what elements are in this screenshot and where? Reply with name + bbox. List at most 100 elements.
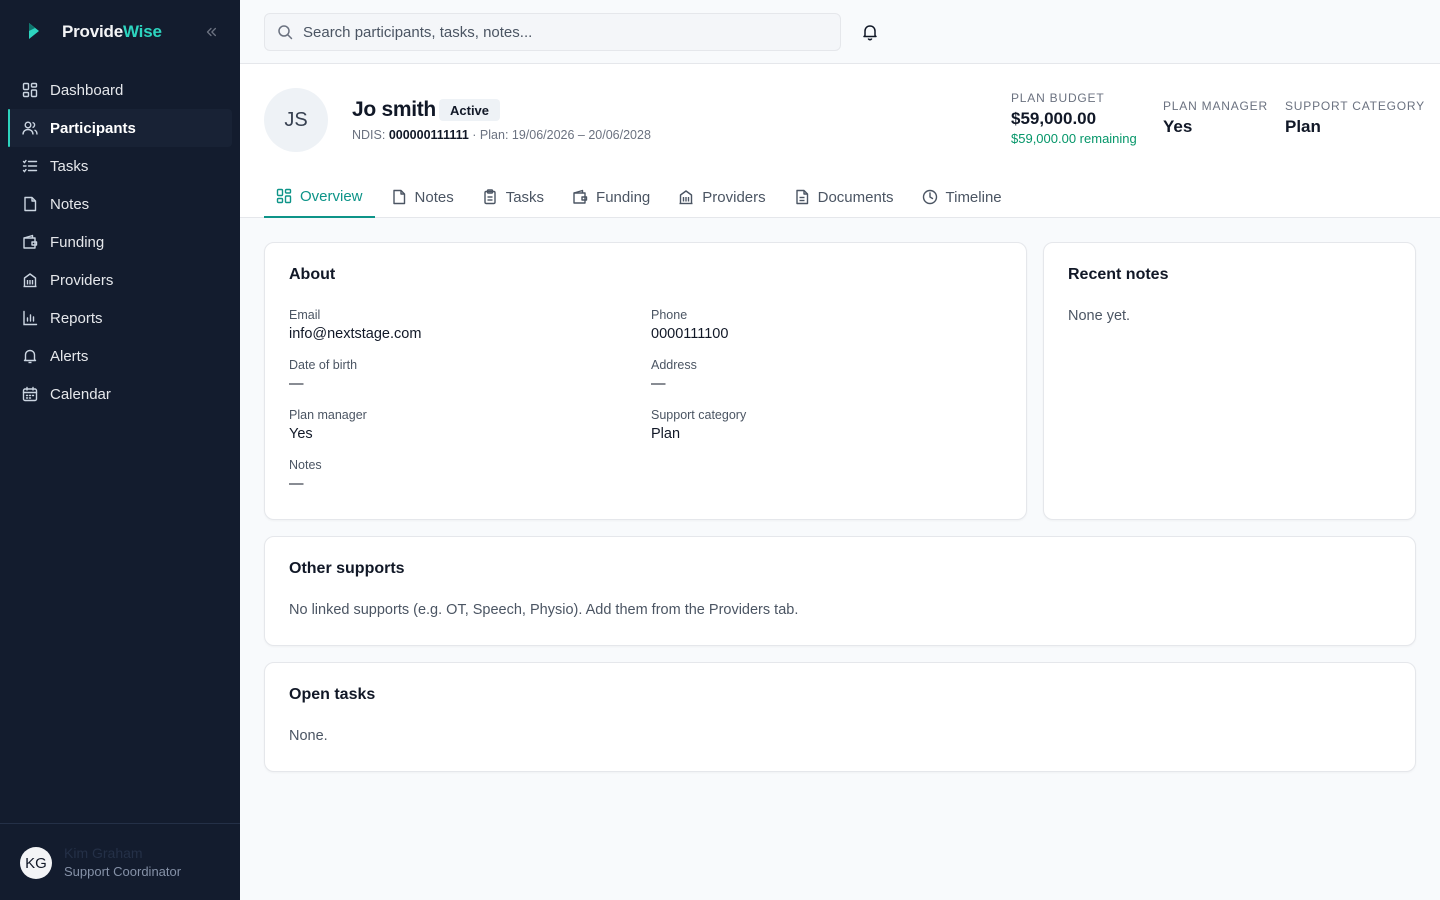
field-label: Support category <box>651 408 747 422</box>
card-title: Recent notes <box>1068 266 1169 283</box>
participant-header: JS Jo smith Active NDIS: 000000111111 · … <box>240 64 1440 218</box>
tab-documents[interactable]: Documents <box>782 176 906 218</box>
search-icon <box>277 24 293 40</box>
sidebar-user[interactable]: KG Kim Graham Support Coordinator <box>0 823 240 900</box>
stat-value: Plan <box>1285 117 1321 136</box>
tab-label: Notes <box>414 188 454 206</box>
sidebar-item-notes[interactable]: Notes <box>8 185 232 223</box>
tab-label: Providers <box>702 188 766 206</box>
users-icon <box>22 120 38 136</box>
tab-tasks[interactable]: Tasks <box>470 176 556 218</box>
grid-icon <box>22 82 38 98</box>
field-support-category: Support category Plan <box>651 408 746 442</box>
stat-label: Plan manager <box>1163 99 1268 113</box>
tab-timeline[interactable]: Timeline <box>910 176 1014 218</box>
wallet-icon <box>572 189 588 205</box>
sidebar-item-alerts[interactable]: Alerts <box>8 337 232 375</box>
building-icon <box>22 272 38 288</box>
participant-meta: NDIS: 000000111111 · Plan: 19/06/2026 – … <box>352 128 651 142</box>
sidebar-item-reports[interactable]: Reports <box>8 299 232 337</box>
collapse-sidebar-button[interactable] <box>200 22 222 42</box>
stat-label: Support category <box>1285 99 1425 113</box>
empty-state-text: None yet. <box>1068 308 1131 324</box>
sidebar-item-participants[interactable]: Participants <box>8 109 232 147</box>
clock-icon <box>922 189 938 205</box>
wallet-icon <box>22 234 38 250</box>
stat-value: Yes <box>1163 117 1193 136</box>
sidebar: ProvideWise Dashboard Participants Tasks… <box>0 0 240 900</box>
tab-label: Documents <box>817 188 894 206</box>
brand-logo-icon <box>29 23 39 39</box>
file-icon <box>391 189 407 205</box>
tab-funding[interactable]: Funding <box>560 176 662 218</box>
ndis-label: NDIS: <box>352 128 386 142</box>
bell-icon <box>22 348 38 364</box>
field-label: Address <box>651 358 697 372</box>
field-label: Notes <box>289 458 322 472</box>
field-label: Date of birth <box>289 358 358 372</box>
card-title: About <box>289 266 336 283</box>
other-supports-card: Other supports No linked supports (e.g. … <box>264 536 1416 646</box>
sidebar-item-label: Providers <box>50 271 114 289</box>
document-icon <box>794 189 810 205</box>
sidebar-item-dashboard[interactable]: Dashboard <box>8 71 232 109</box>
avatar: KG <box>20 847 52 879</box>
field-email: Email info@nextstage.com <box>289 308 421 342</box>
status-badge: Active <box>439 99 501 121</box>
building-icon <box>678 189 694 205</box>
field-notes: Notes — <box>289 458 322 492</box>
field-value: Plan <box>651 426 681 442</box>
tab-providers[interactable]: Providers <box>666 176 777 218</box>
user-name: Kim Graham <box>64 845 143 861</box>
sidebar-item-funding[interactable]: Funding <box>8 223 232 261</box>
participant-avatar: JS <box>264 88 328 152</box>
empty-state-text: No linked supports (e.g. OT, Speech, Phy… <box>289 602 799 618</box>
plan-dates: · Plan: 19/06/2026 – 20/06/2028 <box>472 128 651 142</box>
brand[interactable]: ProvideWise <box>24 18 162 46</box>
field-value: Yes <box>289 426 313 442</box>
field-plan-manager: Plan manager Yes <box>289 408 367 442</box>
calendar-icon <box>22 386 38 402</box>
card-title: Open tasks <box>289 686 376 703</box>
sidebar-item-tasks[interactable]: Tasks <box>8 147 232 185</box>
plan-budget-stat: Plan budget $59,000.00 $59,000.00 remain… <box>1011 91 1137 146</box>
field-value: — <box>651 376 666 392</box>
file-icon <box>22 196 38 212</box>
field-value: — <box>289 376 304 392</box>
sidebar-nav: Dashboard Participants Tasks Notes Fundi… <box>8 71 232 413</box>
sidebar-item-label: Notes <box>50 195 90 213</box>
sidebar-item-calendar[interactable]: Calendar <box>8 375 232 413</box>
notifications-bell-icon[interactable] <box>860 22 880 42</box>
search-input[interactable] <box>303 23 803 41</box>
support-category-stat: Support category Plan <box>1285 99 1425 137</box>
sidebar-item-label: Calendar <box>50 385 111 403</box>
field-value[interactable]: 0000111100 <box>651 326 728 342</box>
field-label: Plan manager <box>289 408 367 422</box>
clipboard-icon <box>482 189 498 205</box>
stat-value: $59,000.00 <box>1011 109 1097 128</box>
empty-state-text: None. <box>289 728 328 744</box>
budget-remaining: $59,000.00 remaining <box>1011 131 1137 146</box>
stat-label: Plan budget <box>1011 91 1105 105</box>
brand-name: ProvideWise <box>62 22 162 41</box>
list-icon <box>22 158 38 174</box>
plan-manager-stat: Plan manager Yes <box>1163 99 1268 137</box>
topbar <box>240 0 1440 64</box>
sidebar-item-label: Funding <box>50 233 105 251</box>
field-phone: Phone 0000111100 <box>651 308 728 342</box>
sidebar-item-label: Tasks <box>50 157 89 175</box>
tab-label: Funding <box>596 188 651 206</box>
sidebar-item-providers[interactable]: Providers <box>8 261 232 299</box>
ndis-number: 000000111111 <box>388 128 469 142</box>
field-value[interactable]: info@nextstage.com <box>289 326 421 342</box>
field-date-of-birth: Date of birth — <box>289 358 357 392</box>
field-label: Email <box>289 308 321 322</box>
recent-notes-card: Recent notes None yet. <box>1043 242 1416 520</box>
tab-overview[interactable]: Overview <box>264 176 375 218</box>
tab-label: Tasks <box>505 188 545 206</box>
tab-notes[interactable]: Notes <box>379 176 466 218</box>
field-value: — <box>289 476 304 492</box>
about-card: About Email info@nextstage.com Phone 000… <box>264 242 1027 520</box>
sidebar-item-label: Participants <box>50 119 136 137</box>
field-label: Phone <box>651 308 688 322</box>
